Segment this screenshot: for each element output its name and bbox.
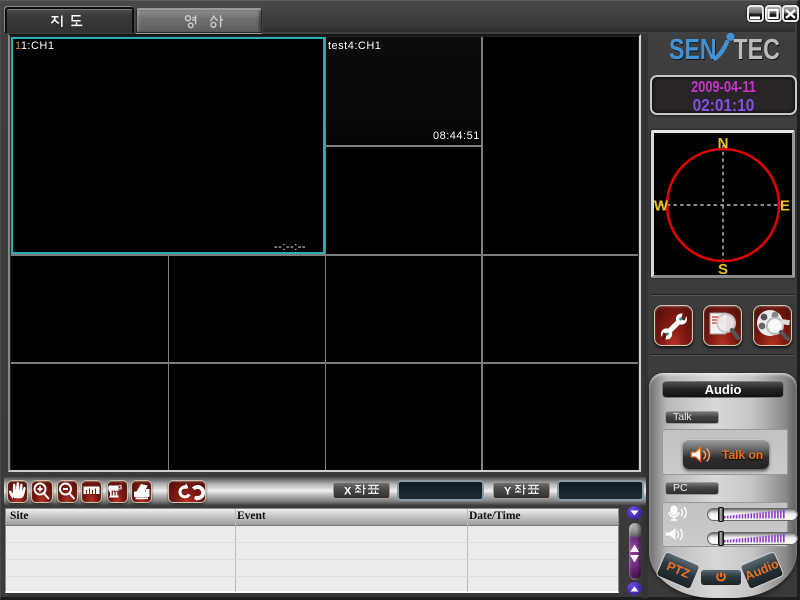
svg-text:3: 3	[119, 485, 123, 492]
svg-text:S: S	[718, 261, 728, 275]
svg-text:X: X	[344, 486, 352, 498]
svg-text:TEC: TEC	[734, 33, 780, 65]
svg-text:E: E	[780, 198, 790, 215]
svg-text:W: W	[654, 198, 669, 215]
svg-text:Y: Y	[504, 486, 512, 498]
svg-text:N: N	[718, 135, 729, 152]
svg-text:SEN: SEN	[669, 33, 717, 65]
